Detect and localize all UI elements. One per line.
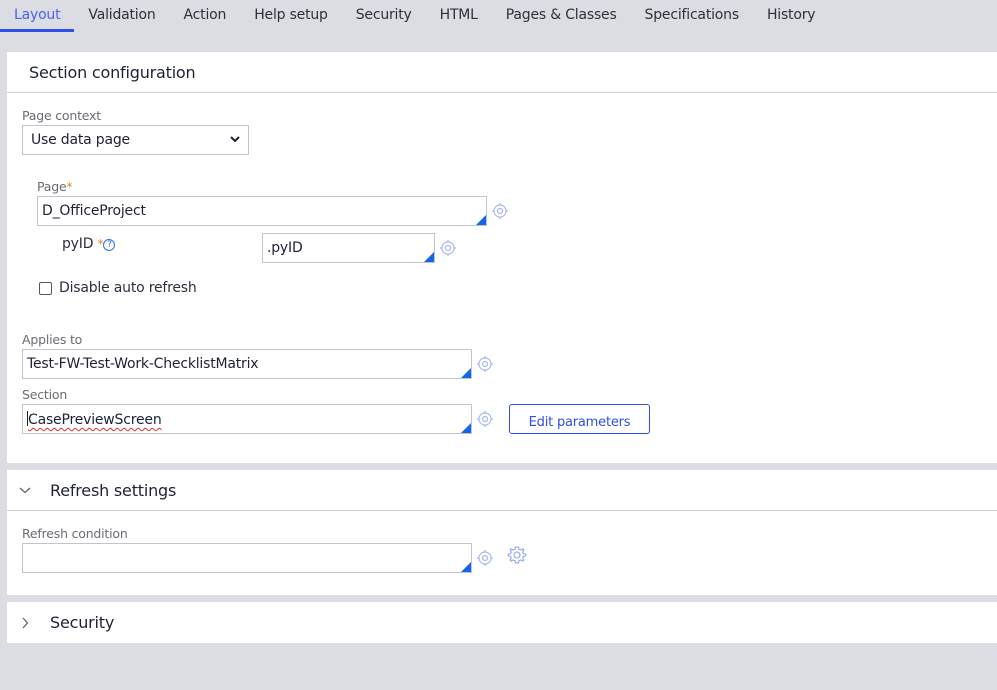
chevron-down-icon <box>230 136 240 143</box>
refresh-condition-label: Refresh condition <box>22 526 128 541</box>
refresh-settings-header[interactable]: Refresh settings <box>7 470 997 511</box>
section-value: CasePreviewScreen <box>28 412 162 428</box>
tab-history[interactable]: History <box>753 0 829 33</box>
tab-layout[interactable]: Layout <box>0 0 75 33</box>
page-context-value: Use data page <box>31 132 130 148</box>
pyid-input-value: .pyID <box>267 240 303 256</box>
section-input[interactable]: CasePreviewScreen <box>22 404 472 434</box>
pyid-label: pyID *? <box>62 236 116 252</box>
target-icon[interactable] <box>476 355 494 373</box>
target-icon[interactable] <box>439 239 457 257</box>
tab-validation[interactable]: Validation <box>74 0 169 33</box>
disable-auto-refresh-label[interactable]: Disable auto refresh <box>59 280 197 296</box>
target-icon[interactable] <box>491 202 509 220</box>
gear-icon[interactable] <box>507 545 527 565</box>
autocomplete-corner-icon <box>461 423 471 433</box>
security-header[interactable]: Security <box>7 602 997 643</box>
chevron-down-icon[interactable] <box>18 483 32 497</box>
autocomplete-corner-icon <box>461 368 471 378</box>
disable-auto-refresh-checkbox[interactable] <box>39 282 52 295</box>
tab-html[interactable]: HTML <box>426 0 492 33</box>
section-configuration-header: Section configuration <box>7 52 997 93</box>
tab-action[interactable]: Action <box>170 0 241 33</box>
section-configuration-title: Section configuration <box>29 62 196 82</box>
section-configuration-panel: Section configuration Page context Use d… <box>7 52 997 463</box>
applies-to-input[interactable]: Test-FW-Test-Work-ChecklistMatrix <box>22 349 472 379</box>
pyid-label-text: pyID <box>62 236 94 252</box>
page-context-label: Page context <box>22 108 101 123</box>
refresh-settings-title: Refresh settings <box>50 480 177 500</box>
page-context-select[interactable]: Use data page <box>22 125 249 155</box>
tab-bar: Layout Validation Action Help setup Secu… <box>0 0 997 33</box>
applies-to-label: Applies to <box>22 332 83 347</box>
pyid-input[interactable]: .pyID <box>262 233 435 263</box>
refresh-condition-input[interactable] <box>22 543 472 573</box>
target-icon[interactable] <box>476 410 494 428</box>
tab-pages-classes[interactable]: Pages & Classes <box>492 0 631 33</box>
page-label: Page* <box>37 179 72 194</box>
help-icon[interactable]: ? <box>103 239 116 251</box>
security-panel: Security <box>7 602 997 643</box>
page-label-text: Page <box>37 179 67 194</box>
tab-help-setup[interactable]: Help setup <box>240 0 342 33</box>
page-input-value: D_OfficeProject <box>42 203 146 219</box>
tab-specifications[interactable]: Specifications <box>631 0 753 33</box>
autocomplete-corner-icon <box>424 252 434 262</box>
required-marker: * <box>66 180 73 194</box>
applies-to-value: Test-FW-Test-Work-ChecklistMatrix <box>27 356 259 372</box>
chevron-right-icon[interactable] <box>18 616 32 630</box>
tab-security[interactable]: Security <box>342 0 426 33</box>
edit-parameters-button[interactable]: Edit parameters <box>509 404 650 434</box>
section-label: Section <box>22 387 68 402</box>
security-title: Security <box>50 613 115 632</box>
target-icon[interactable] <box>476 549 494 567</box>
autocomplete-corner-icon <box>476 215 486 225</box>
page-input[interactable]: D_OfficeProject <box>37 196 487 226</box>
autocomplete-corner-icon <box>461 562 471 572</box>
refresh-settings-panel: Refresh settings Refresh condition <box>7 470 997 595</box>
